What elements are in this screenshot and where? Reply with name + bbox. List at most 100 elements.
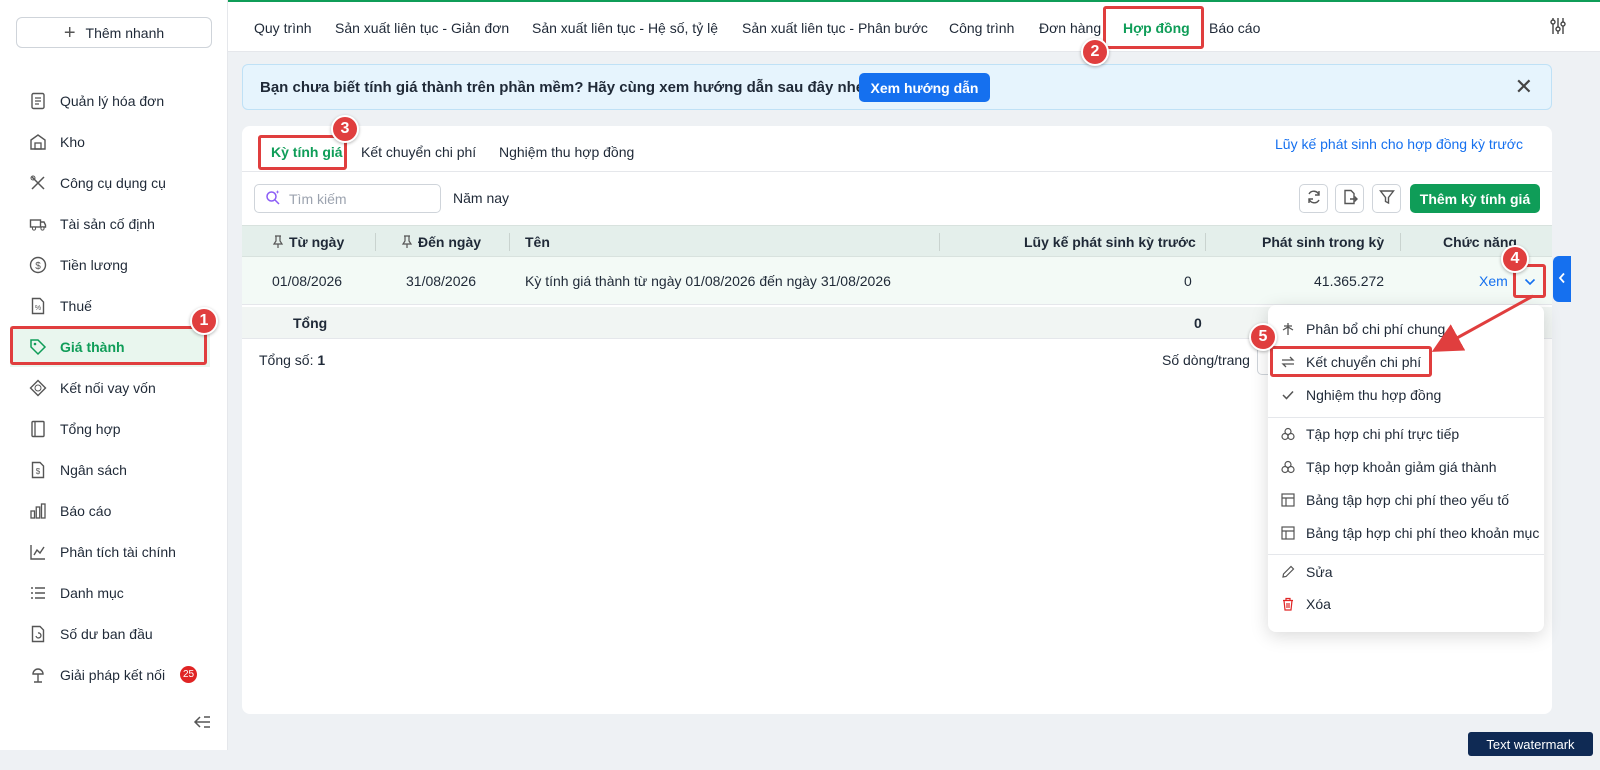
sidebar-item-tax[interactable]: % Thuế	[10, 285, 210, 326]
total-records: Tổng số: 1	[259, 352, 325, 368]
warehouse-icon	[28, 132, 48, 152]
sidebar-item-cost[interactable]: Giá thành	[10, 326, 210, 367]
sidebar-item-budget[interactable]: $ Ngân sách	[10, 449, 210, 490]
sidebar-item-salary[interactable]: $ Tiền lương	[10, 244, 210, 285]
side-panel-toggle[interactable]	[1553, 256, 1571, 302]
column-separator	[1205, 233, 1206, 251]
menu-item-cost-transfer[interactable]: Kết chuyển chi phí	[1268, 347, 1544, 377]
cell-to-date: 31/08/2026	[406, 273, 477, 289]
tab-construction[interactable]: Công trình	[949, 20, 1014, 36]
pin-icon[interactable]	[401, 235, 413, 252]
export-button[interactable]	[1335, 184, 1364, 213]
svg-text:%: %	[35, 305, 41, 312]
step-marker-4: 4	[1501, 245, 1529, 273]
collapse-sidebar-icon[interactable]	[185, 707, 219, 737]
sidebar-item-warehouse[interactable]: Kho	[10, 121, 210, 162]
sidebar-item-catalog[interactable]: Danh mục	[10, 572, 210, 613]
close-icon[interactable]: ✕	[1515, 76, 1533, 98]
subtab-cost-transfer[interactable]: Kết chuyển chi phí	[361, 144, 476, 160]
total-records-label: Tổng số:	[259, 352, 314, 368]
sidebar-item-financial-analysis[interactable]: Phân tích tài chính	[10, 531, 210, 572]
plus-icon: +	[63, 21, 76, 44]
column-separator	[939, 233, 940, 251]
menu-item-cost-reductions[interactable]: Tập hợp khoản giảm giá thành	[1268, 452, 1544, 482]
sidebar-item-label: Kết nối vay vốn	[60, 379, 156, 396]
sidebar-item-label: Tài sản cố định	[60, 215, 155, 232]
add-pricing-period-button[interactable]: Thêm kỳ tính giá	[1410, 184, 1540, 213]
loan-icon	[28, 378, 48, 398]
tab-continuous-simple[interactable]: Sản xuất liên tục - Giản đơn	[335, 20, 509, 36]
tab-contracts[interactable]: Hợp đồng	[1123, 20, 1190, 36]
pin-icon[interactable]	[272, 235, 284, 252]
list-icon	[28, 583, 48, 603]
filter-icon	[1378, 189, 1395, 208]
menu-item-delete[interactable]: Xóa	[1268, 589, 1544, 619]
header-from-date[interactable]: Từ ngày	[289, 234, 344, 250]
header-name[interactable]: Tên	[525, 234, 550, 250]
tab-continuous-ratio[interactable]: Sản xuất liên tục - Hệ số, tỷ lệ	[532, 20, 718, 36]
menu-item-direct-costs[interactable]: Tập hợp chi phí trực tiếp	[1268, 419, 1544, 449]
tab-orders[interactable]: Đơn hàng	[1039, 20, 1101, 36]
sidebar-item-label: Báo cáo	[60, 502, 112, 519]
row-actions-menu: Phân bổ chi phí chung Kết chuyển chi phí…	[1268, 305, 1544, 632]
subtab-contract-acceptance[interactable]: Nghiệm thu hợp đồng	[499, 144, 634, 160]
sidebar-item-label: Ngân sách	[60, 461, 127, 478]
page-size-label: Số dòng/trang	[1162, 352, 1250, 368]
search-field[interactable]	[254, 184, 441, 213]
export-icon	[1342, 189, 1358, 208]
notification-badge: 25	[180, 666, 197, 683]
book-icon	[28, 419, 48, 439]
sidebar-item-invoice[interactable]: Quản lý hóa đơn	[10, 80, 210, 121]
connect-icon	[28, 665, 48, 685]
menu-item-costs-by-element[interactable]: Bảng tập hợp chi phí theo yếu tố	[1268, 485, 1544, 515]
cell-current-period: 41.365.272	[1314, 273, 1385, 289]
tools-icon	[28, 173, 48, 193]
partial-menu-icon	[28, 58, 48, 68]
banner-text: Bạn chưa biết tính giá thành trên phần m…	[260, 79, 870, 96]
view-link[interactable]: Xem	[1479, 273, 1508, 289]
menu-item-contract-acceptance[interactable]: Nghiệm thu hợp đồng	[1268, 380, 1544, 410]
sidebar-item-tools[interactable]: Công cụ dụng cụ	[10, 162, 210, 203]
menu-item-allocate-overhead[interactable]: Phân bổ chi phí chung	[1268, 314, 1544, 344]
search-input[interactable]	[289, 190, 429, 207]
column-separator	[1400, 233, 1401, 251]
cell-from-date: 01/08/2026	[272, 273, 343, 289]
sidebar-item-connect-solutions[interactable]: Giải pháp kết nối 25	[10, 654, 210, 695]
sidebar-item-opening-balance[interactable]: Số dư ban đầu	[10, 613, 210, 654]
sidebar-item-summary[interactable]: Tổng hợp	[10, 408, 210, 449]
ai-search-icon	[265, 189, 281, 208]
quick-add-button[interactable]: + Thêm nhanh	[16, 17, 212, 48]
year-filter[interactable]: Năm nay	[453, 190, 509, 206]
menu-item-costs-by-item[interactable]: Bảng tập hợp chi phí theo khoản mục	[1268, 518, 1544, 548]
header-to-date[interactable]: Đến ngày	[418, 234, 481, 250]
group-icon	[1280, 426, 1296, 442]
menu-item-label: Bảng tập hợp chi phí theo khoản mục	[1306, 525, 1540, 541]
header-prior-accumulated[interactable]: Lũy kế phát sinh kỳ trước	[1024, 234, 1196, 250]
menu-item-edit[interactable]: Sửa	[1268, 557, 1544, 587]
menu-item-label: Kết chuyển chi phí	[1306, 354, 1422, 370]
svg-text:$: $	[35, 261, 41, 272]
top-navigation: Quy trình Sản xuất liên tục - Giản đơn S…	[228, 0, 1600, 52]
sidebar-item-fixed-assets[interactable]: Tài sản cố định	[10, 203, 210, 244]
sidebar-item-label: Công cụ dụng cụ	[60, 174, 166, 191]
settings-sliders-icon[interactable]	[1548, 16, 1568, 39]
refresh-icon	[1306, 189, 1322, 208]
cell-prior-accumulated: 0	[1184, 273, 1192, 289]
filter-button[interactable]	[1372, 184, 1401, 213]
truck-icon	[28, 214, 48, 234]
refresh-button[interactable]	[1299, 184, 1328, 213]
tab-continuous-step[interactable]: Sản xuất liên tục - Phân bước	[742, 20, 928, 36]
sidebar-item-loan[interactable]: Kết nối vay vốn	[10, 367, 210, 408]
header-current-period[interactable]: Phát sinh trong kỳ	[1262, 234, 1384, 250]
sidebar: + Thêm nhanh Quản lý hóa đơn Kho Công cụ…	[0, 0, 228, 750]
sidebar-item-reports[interactable]: Báo cáo	[10, 490, 210, 531]
table-row[interactable]: 01/08/2026 31/08/2026 Kỳ tính giá thành …	[242, 257, 1552, 305]
step-marker-2: 2	[1081, 38, 1109, 66]
tab-process[interactable]: Quy trình	[254, 20, 312, 36]
tab-reports[interactable]: Báo cáo	[1209, 20, 1260, 36]
sidebar-item-label: Quản lý hóa đơn	[60, 92, 165, 109]
prior-period-accumulated-link[interactable]: Lũy kế phát sinh cho hợp đồng kỳ trước	[1275, 136, 1523, 152]
subtab-pricing-period[interactable]: Kỳ tính giá	[271, 144, 343, 160]
sidebar-item-label: Số dư ban đầu	[60, 625, 153, 642]
view-guide-button[interactable]: Xem hướng dẫn	[859, 73, 990, 102]
